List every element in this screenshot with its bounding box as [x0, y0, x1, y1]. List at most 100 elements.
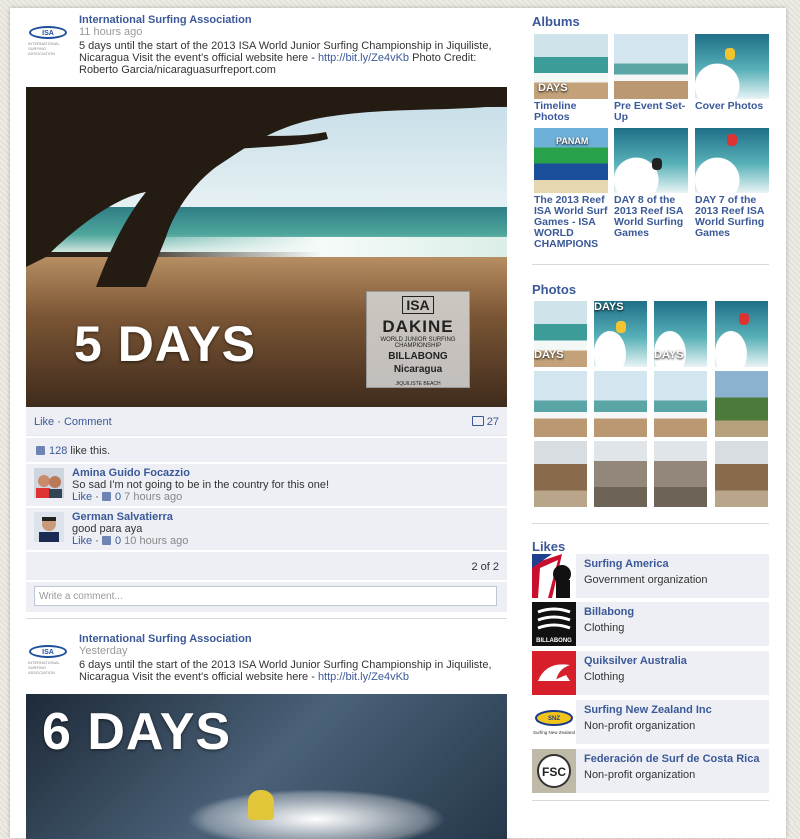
- page-logo[interactable]: SNZ Surfing New Zealand: [532, 700, 576, 744]
- svg-text:BILLABONG: BILLABONG: [536, 638, 572, 644]
- photo-thumbnail[interactable]: [534, 371, 587, 437]
- avatar[interactable]: [34, 468, 64, 498]
- like-button[interactable]: Like: [34, 416, 54, 428]
- countdown-overlay: 6 DAYS: [42, 703, 232, 761]
- isa-avatar[interactable]: ISA INTERNATIONAL SURFING ASSOCIATION: [28, 26, 68, 56]
- likes-count-link[interactable]: 128: [49, 445, 67, 457]
- commenter-name[interactable]: German Salvatierra: [72, 511, 188, 523]
- comment-button[interactable]: Comment: [64, 416, 112, 428]
- comment-like-button[interactable]: Like: [72, 535, 92, 547]
- photos-heading[interactable]: Photos: [532, 282, 769, 297]
- thumbs-up-icon: [36, 446, 45, 455]
- album-caption[interactable]: The 2013 Reef ISA World Surf Games - ISA…: [534, 195, 608, 250]
- isa-avatar[interactable]: ISA INTERNATIONAL SURFING ASSOCIATION: [28, 645, 68, 675]
- photo-thumbnail[interactable]: [715, 371, 768, 437]
- comment-time[interactable]: 10 hours ago: [124, 535, 188, 547]
- post-author[interactable]: International Surfing Association: [79, 14, 507, 26]
- post-1: ISA INTERNATIONAL SURFING ASSOCIATION In…: [26, 14, 507, 407]
- post-photo[interactable]: 5 DAYS ISA DAKINE WORLD JUNIOR SURFING C…: [26, 87, 507, 407]
- album[interactable]: DAY 7 of the 2013 Reef ISA World Surfing…: [695, 128, 769, 239]
- comment-pager: 2 of 2: [26, 552, 507, 581]
- photo-thumbnail[interactable]: [594, 371, 647, 437]
- post-link[interactable]: http://bit.ly/Ze4vKb: [318, 671, 409, 683]
- photo-thumbnail[interactable]: [654, 371, 707, 437]
- album-thumbnail[interactable]: PANAM: [534, 128, 608, 193]
- avatar[interactable]: [34, 512, 64, 542]
- album-caption[interactable]: DAY 7 of the 2013 Reef ISA World Surfing…: [695, 195, 769, 239]
- page-logo[interactable]: [532, 651, 576, 695]
- page-name[interactable]: Surfing New Zealand Inc: [584, 704, 712, 716]
- post-link[interactable]: http://bit.ly/Ze4vKb: [318, 52, 409, 64]
- countdown-overlay: 5 DAYS: [74, 316, 257, 372]
- album-caption[interactable]: Timeline Photos: [534, 101, 608, 123]
- album[interactable]: DAYS Timeline Photos: [534, 34, 608, 123]
- liked-page[interactable]: Surfing America Government organization: [532, 554, 769, 598]
- page-category: Clothing: [584, 622, 625, 634]
- commenter-name[interactable]: Amina Guido Focazzio: [72, 467, 329, 479]
- photo-thumbnail[interactable]: DAYS: [654, 301, 707, 367]
- page-category: Government organization: [584, 574, 708, 586]
- album-thumbnail[interactable]: [695, 128, 769, 193]
- album-thumbnail[interactable]: [614, 34, 688, 99]
- post-author[interactable]: International Surfing Association: [79, 633, 507, 645]
- liked-page[interactable]: SNZ Surfing New Zealand Surfing New Zeala…: [532, 700, 769, 744]
- photo-thumbnail[interactable]: [534, 441, 587, 507]
- page-category: Non-profit organization: [584, 769, 696, 781]
- likes-section: Likes: [532, 539, 769, 554]
- album[interactable]: DAY 8 of the 2013 Reef ISA World Surfing…: [614, 128, 688, 239]
- post-timestamp[interactable]: Yesterday: [79, 645, 507, 657]
- album[interactable]: Cover Photos: [695, 34, 769, 112]
- post-actions: Like · Comment 27: [26, 407, 507, 436]
- photo-thumbnail[interactable]: DAYS: [594, 301, 647, 367]
- album-thumbnail[interactable]: [614, 128, 688, 193]
- liked-page[interactable]: BILLABONG Billabong Clothing: [532, 602, 769, 646]
- page-sheet: ISA INTERNATIONAL SURFING ASSOCIATION In…: [10, 8, 786, 839]
- likes-summary: 128 like this.: [26, 438, 507, 463]
- album-caption[interactable]: DAY 8 of the 2013 Reef ISA World Surfing…: [614, 195, 688, 239]
- post-header: ISA INTERNATIONAL SURFING ASSOCIATION In…: [26, 633, 507, 703]
- photo-thumbnail[interactable]: [715, 301, 768, 367]
- likes-heading[interactable]: Likes: [532, 539, 769, 554]
- comment-count[interactable]: 27: [471, 416, 499, 428]
- divider: [26, 618, 507, 619]
- comment: German Salvatierra good para aya Like · …: [26, 508, 507, 551]
- page-logo[interactable]: BILLABONG: [532, 602, 576, 646]
- page-category: Non-profit organization: [584, 720, 696, 732]
- photo-thumbnail[interactable]: [594, 441, 647, 507]
- svg-text:SNZ: SNZ: [548, 716, 560, 722]
- comment-text: good para aya: [72, 523, 143, 535]
- album-caption[interactable]: Cover Photos: [695, 101, 769, 112]
- page-name[interactable]: Surfing America: [584, 558, 669, 570]
- albums-heading[interactable]: Albums: [532, 14, 769, 29]
- divider: [532, 800, 769, 801]
- album[interactable]: Pre Event Set-Up: [614, 34, 688, 123]
- svg-text:FSC: FSC: [542, 765, 566, 779]
- liked-page[interactable]: Quiksilver Australia Clothing: [532, 651, 769, 695]
- page-logo[interactable]: FSC: [532, 749, 576, 793]
- photo-thumbnail[interactable]: [654, 441, 707, 507]
- album-thumbnail[interactable]: DAYS: [534, 34, 608, 99]
- write-comment-row: Write a comment...: [26, 582, 507, 613]
- post-header: ISA INTERNATIONAL SURFING ASSOCIATION In…: [26, 14, 507, 84]
- comment-time[interactable]: 7 hours ago: [124, 491, 182, 503]
- post-message: 6 days until the start of the 2013 ISA W…: [79, 659, 492, 683]
- album-caption[interactable]: Pre Event Set-Up: [614, 101, 688, 123]
- comment-input[interactable]: Write a comment...: [34, 586, 497, 606]
- comment-like-count[interactable]: 0: [101, 535, 121, 547]
- comment-like-button[interactable]: Like: [72, 491, 92, 503]
- page-name[interactable]: Billabong: [584, 606, 634, 618]
- page-name[interactable]: Quiksilver Australia: [584, 655, 687, 667]
- post-photo[interactable]: 6 DAYS: [26, 694, 507, 839]
- post-timestamp[interactable]: 11 hours ago: [79, 26, 507, 38]
- album-thumbnail[interactable]: [695, 34, 769, 99]
- photos-section: Photos: [532, 282, 769, 297]
- comment: Amina Guido Focazzio So sad I'm not goin…: [26, 464, 507, 507]
- comment-like-count[interactable]: 0: [101, 491, 121, 503]
- liked-page[interactable]: FSC Federación de Surf de Costa Rica Non…: [532, 749, 769, 793]
- album[interactable]: PANAM The 2013 Reef ISA World Surf Games…: [534, 128, 608, 250]
- photo-thumbnail[interactable]: [715, 441, 768, 507]
- page-logo[interactable]: [532, 554, 576, 598]
- page-name[interactable]: Federación de Surf de Costa Rica: [584, 753, 759, 765]
- comment-text: So sad I'm not going to be in the countr…: [72, 479, 330, 491]
- photo-thumbnail[interactable]: DAYS: [534, 301, 587, 367]
